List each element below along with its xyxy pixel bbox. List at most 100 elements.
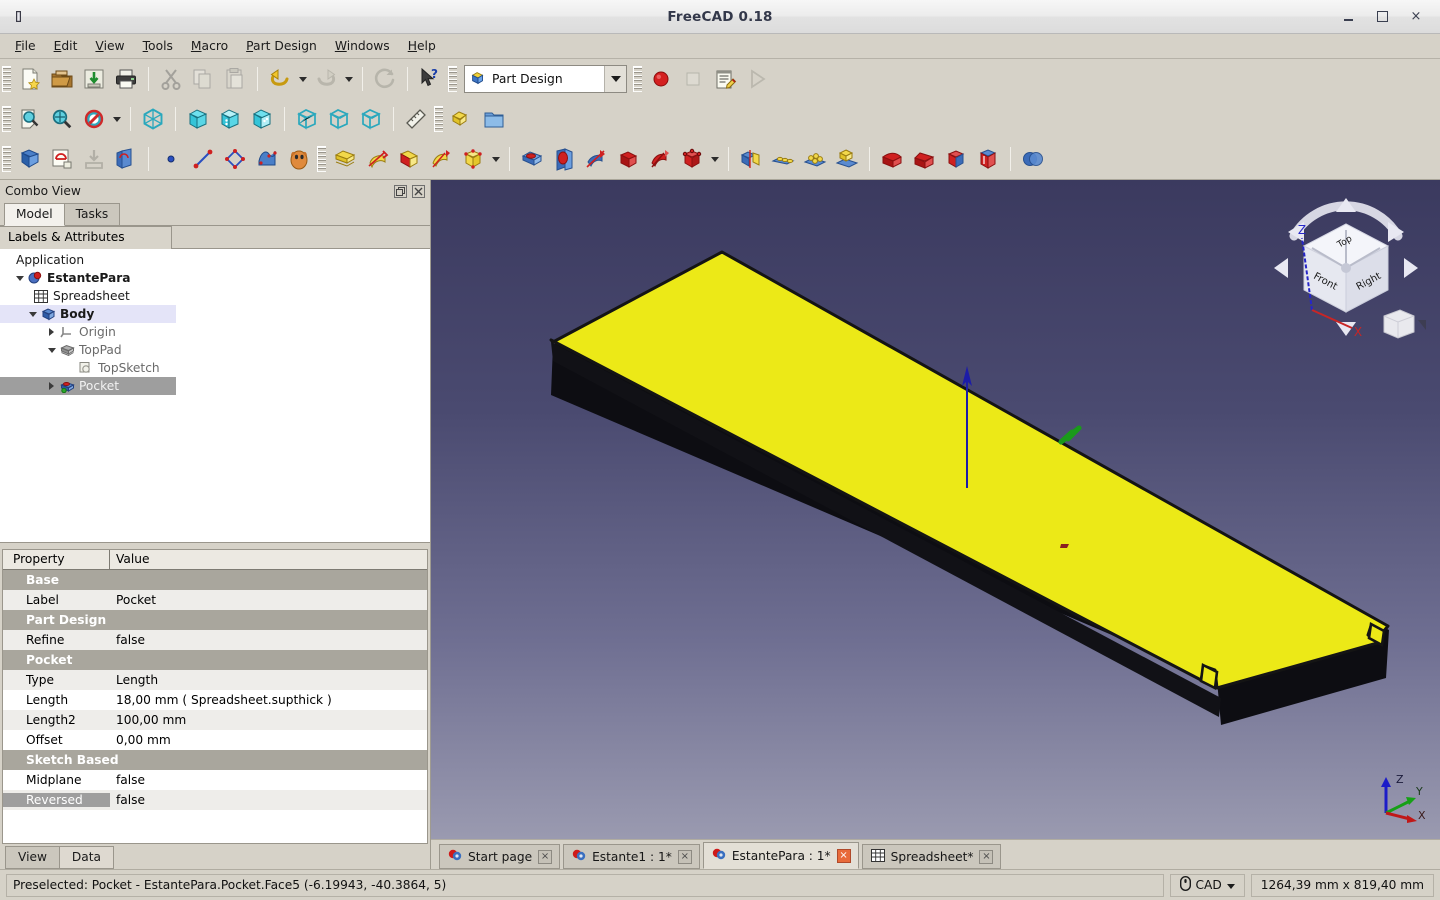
create-point-icon[interactable] <box>155 143 187 175</box>
subtractive-pipe-icon[interactable] <box>644 143 676 175</box>
front-view-icon[interactable] <box>182 103 214 135</box>
macro-record-icon[interactable] <box>645 63 677 95</box>
workbench-dropdown-arrow[interactable] <box>604 66 626 92</box>
menu-part-design[interactable]: Part Design <box>237 36 326 56</box>
create-body-icon[interactable] <box>14 143 46 175</box>
navigation-mode-selector[interactable]: CAD <box>1169 873 1245 897</box>
additive-loft-icon[interactable] <box>393 143 425 175</box>
draw-style-icon[interactable] <box>78 103 110 135</box>
top-view-icon[interactable] <box>214 103 246 135</box>
toolbar-grip[interactable] <box>434 106 443 132</box>
property-row-label[interactable]: Label Pocket <box>3 590 427 610</box>
mirrored-icon[interactable] <box>735 143 767 175</box>
new-document-icon[interactable] <box>14 63 46 95</box>
toolbar-grip[interactable] <box>448 66 457 92</box>
close-button[interactable]: × <box>1408 9 1424 25</box>
measure-icon[interactable] <box>400 103 432 135</box>
tree-item-estantepara[interactable]: EstantePara <box>0 269 430 287</box>
property-value[interactable]: false <box>110 773 427 787</box>
tree-item-toppad[interactable]: TopPad <box>0 341 430 359</box>
minimize-button[interactable] <box>1340 9 1356 25</box>
menu-windows[interactable]: Windows <box>326 36 399 56</box>
toolbar-grip[interactable] <box>2 146 11 172</box>
draw-style-caret[interactable] <box>110 104 124 134</box>
open-document-icon[interactable] <box>46 63 78 95</box>
menu-tools[interactable]: Tools <box>134 36 182 56</box>
bottom-view-icon[interactable] <box>323 103 355 135</box>
redo-dropdown-caret[interactable] <box>342 64 356 94</box>
polar-pattern-icon[interactable] <box>799 143 831 175</box>
tree-item-spreadsheet[interactable]: Spreadsheet <box>0 287 430 305</box>
whats-this-icon[interactable]: ? <box>414 63 446 95</box>
subtractive-loft-icon[interactable] <box>612 143 644 175</box>
tab-data[interactable]: Data <box>58 846 115 869</box>
macro-stop-icon[interactable] <box>677 63 709 95</box>
paste-icon[interactable] <box>219 63 251 95</box>
tree-item-origin[interactable]: Origin <box>0 323 430 341</box>
property-value[interactable]: false <box>110 793 427 807</box>
create-shape-binder-icon[interactable] <box>283 143 315 175</box>
property-row-offset[interactable]: Offset 0,00 mm <box>3 730 427 750</box>
property-value[interactable]: 0,00 mm <box>110 733 427 747</box>
close-tab-button[interactable]: × <box>979 849 994 864</box>
3d-viewport[interactable]: Top Front Right Z X Z Y X <box>431 180 1440 839</box>
group-icon[interactable] <box>478 103 510 135</box>
toolbar-grip[interactable] <box>317 146 326 172</box>
subtractive-primitive-caret[interactable] <box>708 144 722 174</box>
tree-item-application[interactable]: Application <box>0 251 430 269</box>
workbench-selector[interactable]: Part Design <box>464 65 627 93</box>
model-tree[interactable]: Application EstantePara Spreadsheet Body… <box>0 249 430 543</box>
tree-item-pocket[interactable]: Pocket <box>0 377 176 395</box>
rear-view-icon[interactable] <box>291 103 323 135</box>
right-view-icon[interactable] <box>246 103 278 135</box>
attach-sketch-icon[interactable] <box>78 143 110 175</box>
close-tab-button[interactable]: × <box>677 849 692 864</box>
expand-arrow-icon[interactable] <box>13 276 26 281</box>
menu-help[interactable]: Help <box>399 36 445 56</box>
fillet-icon[interactable] <box>876 143 908 175</box>
macro-execute-icon[interactable] <box>741 63 773 95</box>
expand-arrow-icon[interactable] <box>26 312 39 317</box>
property-row-midplane[interactable]: Midplane false <box>3 770 427 790</box>
pocket-icon[interactable] <box>516 143 548 175</box>
thickness-icon[interactable] <box>972 143 1004 175</box>
linear-pattern-icon[interactable] <box>767 143 799 175</box>
boolean-icon[interactable] <box>1017 143 1049 175</box>
property-value[interactable]: 100,00 mm <box>110 713 427 727</box>
save-document-icon[interactable] <box>78 63 110 95</box>
property-row-type[interactable]: Type Length <box>3 670 427 690</box>
macro-edit-icon[interactable] <box>709 63 741 95</box>
expand-arrow-icon[interactable] <box>45 348 58 353</box>
refresh-icon[interactable] <box>369 63 401 95</box>
close-tab-button[interactable]: × <box>538 849 553 864</box>
pad-icon[interactable] <box>329 143 361 175</box>
left-view-icon[interactable] <box>355 103 387 135</box>
property-row-length[interactable]: Length 18,00 mm ( Spreadsheet.supthick ) <box>3 690 427 710</box>
groove-icon[interactable] <box>580 143 612 175</box>
property-row-refine[interactable]: Refine false <box>3 630 427 650</box>
labels-attributes-label[interactable]: Labels & Attributes <box>0 225 172 249</box>
create-line-icon[interactable] <box>187 143 219 175</box>
doc-tab-estantepara[interactable]: EstantePara : 1* × <box>702 842 859 869</box>
float-panel-button[interactable] <box>394 184 407 198</box>
menu-macro[interactable]: Macro <box>182 36 237 56</box>
toolbar-grip[interactable] <box>2 66 11 92</box>
isometric-view-icon[interactable] <box>137 103 169 135</box>
tree-item-body[interactable]: Body <box>0 305 176 323</box>
print-icon[interactable] <box>110 63 142 95</box>
close-panel-button[interactable] <box>412 184 425 198</box>
revolution-icon[interactable] <box>361 143 393 175</box>
additive-primitive-caret[interactable] <box>489 144 503 174</box>
property-row-reversed[interactable]: Reversed false <box>3 790 427 810</box>
fit-all-icon[interactable] <box>14 103 46 135</box>
toolbar-grip[interactable] <box>2 106 11 132</box>
create-bspline-icon[interactable] <box>251 143 283 175</box>
property-value[interactable]: Pocket <box>110 593 427 607</box>
menu-view[interactable]: View <box>86 36 133 56</box>
cut-icon[interactable] <box>155 63 187 95</box>
subtractive-primitive-icon[interactable] <box>676 143 708 175</box>
property-row-length2[interactable]: Length2 100,00 mm <box>3 710 427 730</box>
menu-file[interactable]: File <box>6 36 45 56</box>
tab-view[interactable]: View <box>5 846 60 869</box>
undo-icon[interactable] <box>264 63 296 95</box>
